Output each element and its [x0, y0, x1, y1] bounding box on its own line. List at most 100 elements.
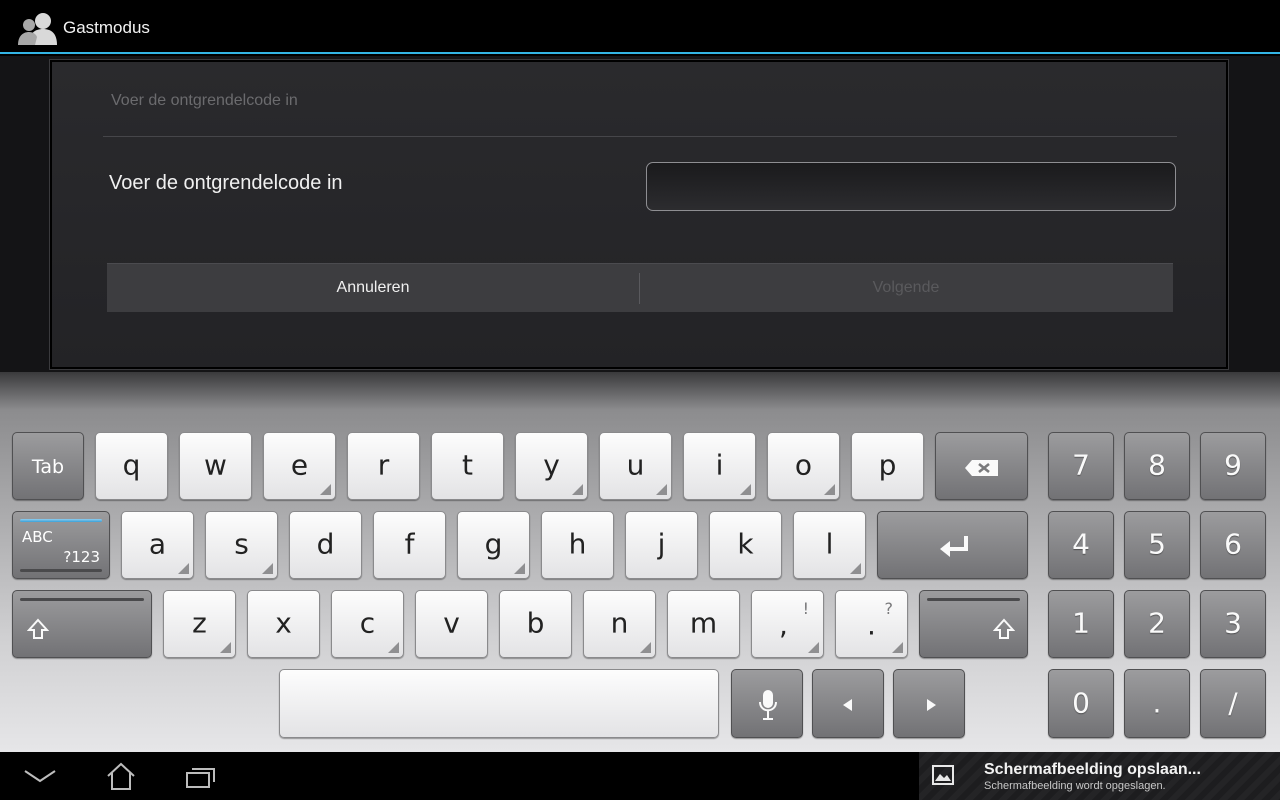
- key-label: e: [290, 448, 309, 482]
- key-n[interactable]: n: [583, 590, 656, 658]
- key-a[interactable]: a: [121, 511, 194, 579]
- more-keys-indicator: [824, 484, 835, 495]
- numpad-key-6[interactable]: 6: [1200, 511, 1266, 579]
- key-label: .: [867, 608, 876, 642]
- key-v[interactable]: v: [415, 590, 488, 658]
- image-icon: [932, 765, 954, 785]
- title-bar: Gastmodus: [0, 0, 1280, 54]
- numpad-key-8[interactable]: 8: [1124, 432, 1190, 500]
- shift-indicator: [927, 598, 1020, 601]
- arrow-left-icon: [843, 699, 852, 711]
- notification-title: Schermafbeelding opslaan...: [984, 761, 1201, 778]
- key-label: 8: [1148, 448, 1166, 482]
- key-c[interactable]: c: [331, 590, 404, 658]
- numpad-key-9[interactable]: 9: [1200, 432, 1266, 500]
- key-o[interactable]: o: [767, 432, 840, 500]
- key-d[interactable]: d: [289, 511, 362, 579]
- key-p[interactable]: p: [851, 432, 924, 500]
- more-keys-indicator: [640, 642, 651, 653]
- screenshot-notification[interactable]: Schermafbeelding opslaan... Schermafbeel…: [919, 752, 1280, 800]
- key-i[interactable]: i: [683, 432, 756, 500]
- shift-key-left[interactable]: [12, 590, 152, 658]
- key-label: j: [657, 527, 666, 561]
- key-label: w: [204, 448, 227, 482]
- shift-key-right[interactable]: [919, 590, 1028, 658]
- key-label: i: [715, 448, 724, 482]
- numpad-key-7[interactable]: 7: [1048, 432, 1114, 500]
- key-r[interactable]: r: [347, 432, 420, 500]
- numpad-key-1[interactable]: 1: [1048, 590, 1114, 658]
- key-t[interactable]: t: [431, 432, 504, 500]
- numpad-key-4[interactable]: 4: [1048, 511, 1114, 579]
- key-b[interactable]: b: [499, 590, 572, 658]
- key-comma[interactable]: ,!: [751, 590, 824, 658]
- key-label: o: [794, 448, 813, 482]
- key-h[interactable]: h: [541, 511, 614, 579]
- cursor-left-key[interactable]: [812, 669, 884, 738]
- key-period[interactable]: .?: [835, 590, 908, 658]
- key-label: 5: [1148, 527, 1166, 561]
- app-title: Gastmodus: [63, 18, 150, 37]
- more-keys-indicator: [892, 642, 903, 653]
- key-label: r: [377, 448, 390, 482]
- shift-indicator: [20, 598, 144, 601]
- next-button[interactable]: Volgende: [640, 264, 1172, 313]
- numpad-key-2[interactable]: 2: [1124, 590, 1190, 658]
- key-label: l: [825, 527, 834, 561]
- key-e[interactable]: e: [263, 432, 336, 500]
- recent-apps-icon[interactable]: [186, 766, 216, 788]
- unlock-code-input[interactable]: [646, 162, 1176, 211]
- key-q[interactable]: q: [95, 432, 168, 500]
- backspace-key[interactable]: [935, 432, 1028, 500]
- key-z[interactable]: z: [163, 590, 236, 658]
- cancel-button[interactable]: Annuleren: [107, 264, 639, 313]
- key-u[interactable]: u: [599, 432, 672, 500]
- tab-key[interactable]: Tab: [12, 432, 84, 500]
- key-l[interactable]: l: [793, 511, 866, 579]
- key-label: /: [1228, 685, 1238, 719]
- on-screen-keyboard: Tab q w e r t y u i o p ABC ?123 a s d f…: [0, 372, 1280, 752]
- key-alt-label: !: [802, 599, 809, 618]
- key-label: t: [462, 448, 473, 482]
- numpad-key-dot[interactable]: .: [1124, 669, 1190, 738]
- more-keys-indicator: [808, 642, 819, 653]
- numpad-key-0[interactable]: 0: [1048, 669, 1114, 738]
- key-label: k: [737, 527, 754, 561]
- more-keys-indicator: [572, 484, 583, 495]
- dialog-title: Voer de ontgrendelcode in: [111, 92, 298, 109]
- key-w[interactable]: w: [179, 432, 252, 500]
- home-icon[interactable]: [106, 762, 136, 790]
- space-key[interactable]: [279, 669, 719, 738]
- key-label: s: [234, 527, 249, 561]
- key-label: p: [878, 448, 897, 482]
- key-f[interactable]: f: [373, 511, 446, 579]
- numpad-key-slash[interactable]: /: [1200, 669, 1266, 738]
- key-label: d: [316, 527, 335, 561]
- unlock-code-dialog: Voer de ontgrendelcode in Voer de ontgre…: [49, 59, 1229, 370]
- arrow-right-icon: [927, 699, 936, 711]
- more-keys-indicator: [740, 484, 751, 495]
- key-s[interactable]: s: [205, 511, 278, 579]
- more-keys-indicator: [388, 642, 399, 653]
- back-icon[interactable]: [24, 769, 56, 783]
- key-label: g: [484, 527, 503, 561]
- key-k[interactable]: k: [709, 511, 782, 579]
- key-g[interactable]: g: [457, 511, 530, 579]
- key-j[interactable]: j: [625, 511, 698, 579]
- numpad-key-3[interactable]: 3: [1200, 590, 1266, 658]
- key-m[interactable]: m: [667, 590, 740, 658]
- tab-key-label: Tab: [31, 456, 65, 478]
- cursor-right-key[interactable]: [893, 669, 965, 738]
- enter-key[interactable]: [877, 511, 1028, 579]
- mode-indicator-active: [20, 519, 102, 522]
- key-label: x: [275, 606, 292, 640]
- key-label: b: [526, 606, 545, 640]
- voice-input-key[interactable]: [731, 669, 803, 738]
- symbols-mode-key[interactable]: ABC ?123: [12, 511, 110, 579]
- key-label: z: [192, 606, 207, 640]
- more-keys-indicator: [320, 484, 331, 495]
- key-y[interactable]: y: [515, 432, 588, 500]
- key-x[interactable]: x: [247, 590, 320, 658]
- numpad-key-5[interactable]: 5: [1124, 511, 1190, 579]
- key-label: c: [359, 606, 376, 640]
